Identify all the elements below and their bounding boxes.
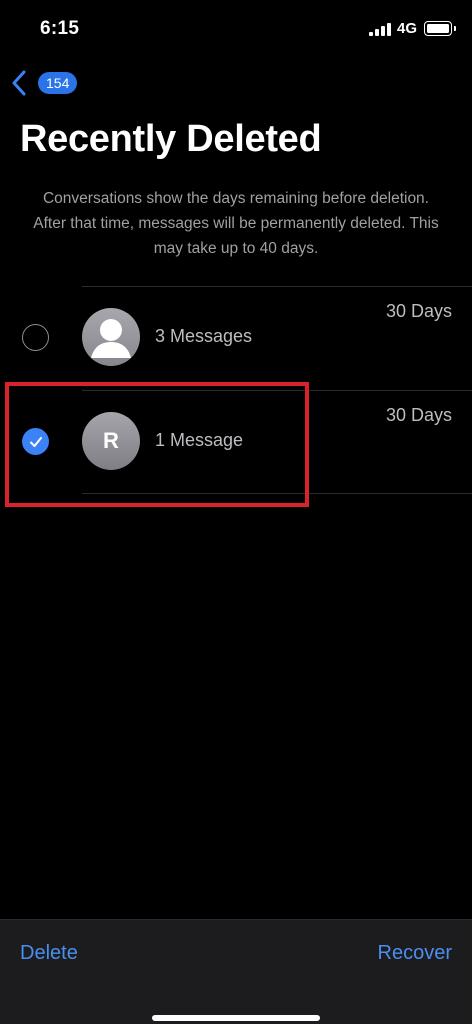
back-button[interactable]: 154 xyxy=(10,68,90,98)
battery-cap xyxy=(454,26,456,31)
person-silhouette-icon xyxy=(82,308,140,366)
recover-button[interactable]: Recover xyxy=(378,942,452,965)
back-count-badge: 154 xyxy=(38,72,78,94)
highlight-annotation xyxy=(5,382,309,507)
home-indicator[interactable] xyxy=(152,1015,320,1021)
status-time: 6:15 xyxy=(40,18,80,39)
status-bar: 6:15 4G xyxy=(0,0,472,60)
network-type: 4G xyxy=(397,20,418,37)
delete-button[interactable]: Delete xyxy=(20,942,78,965)
chevron-left-icon xyxy=(12,70,26,96)
days-remaining: 30 Days xyxy=(385,301,452,321)
signal-icon xyxy=(369,23,391,36)
bottom-toolbar: Delete Recover xyxy=(0,919,472,1024)
page-description: Conversations show the days remaining be… xyxy=(33,190,439,257)
battery-icon xyxy=(424,21,452,36)
conversation-label: 3 Messages xyxy=(155,326,253,346)
page-title: Recently Deleted xyxy=(20,118,322,160)
divider xyxy=(82,286,472,287)
select-radio[interactable] xyxy=(22,324,49,351)
days-remaining: 30 Days xyxy=(385,405,452,425)
conversation-row[interactable]: 3 Messages 30 Days xyxy=(0,286,472,390)
